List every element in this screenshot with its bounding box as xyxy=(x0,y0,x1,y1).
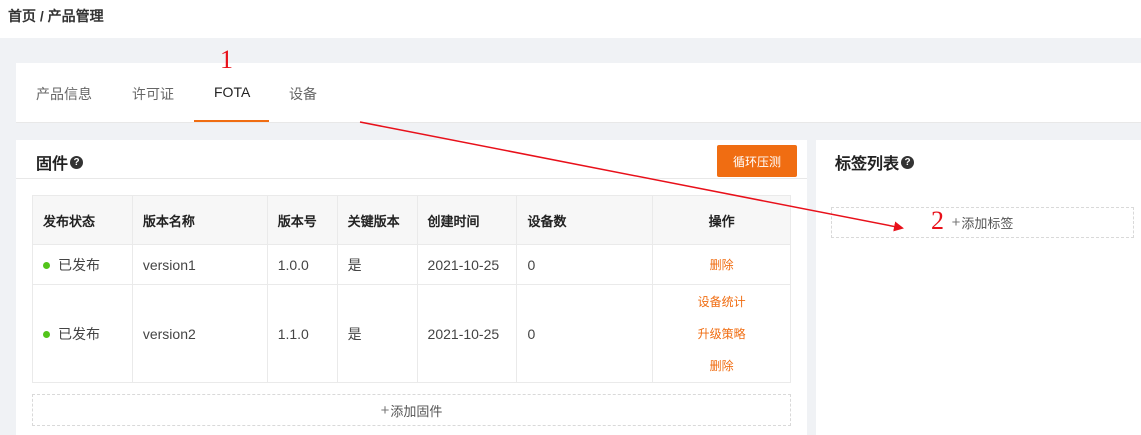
tag-list-title: 标签列表 ? xyxy=(835,150,915,174)
upgrade-policy-link[interactable]: 升级策略 xyxy=(663,318,780,350)
device-stats-link[interactable]: 设备统计 xyxy=(663,286,780,318)
firmware-table: 发布状态 版本名称 版本号 关键版本 创建时间 设备数 操作 已发布 versi… xyxy=(32,195,791,383)
tag-list-card: 标签列表 ? + 添加标签 xyxy=(816,140,1141,435)
status-dot xyxy=(43,331,50,339)
version-name-cell: version2 xyxy=(131,284,268,383)
tab-license[interactable]: 许可证 xyxy=(132,84,174,104)
plus-icon: + xyxy=(951,214,961,231)
plus-icon: + xyxy=(380,401,390,419)
top-bar: 首页 / 产品管理 xyxy=(0,0,1141,38)
column-header: 关键版本 xyxy=(336,195,418,245)
tab-product-info[interactable]: 产品信息 xyxy=(36,84,92,104)
column-header: 版本名称 xyxy=(131,195,268,245)
device-count-cell: 0 xyxy=(516,244,654,285)
status-cell: 已发布 xyxy=(32,244,133,285)
tab-fota[interactable]: FOTA xyxy=(214,84,250,100)
version-number-cell: 1.0.0 xyxy=(266,244,338,285)
status-text: 已发布 xyxy=(58,325,100,342)
table-row: 已发布 version2 1.1.0 是 2021-10-25 0 设备统计 升… xyxy=(32,284,791,383)
breadcrumb-separator: / xyxy=(39,8,44,24)
breadcrumb-home[interactable]: 首页 xyxy=(8,8,36,24)
add-firmware-button[interactable]: + 添加固件 xyxy=(32,394,791,426)
annotation-number-1: 1 xyxy=(220,45,233,74)
column-header: 设备数 xyxy=(516,195,654,245)
add-tag-button[interactable]: + 添加标签 xyxy=(831,207,1134,238)
tab-device[interactable]: 设备 xyxy=(289,84,317,104)
device-count-cell: 0 xyxy=(516,284,654,383)
help-icon[interactable]: ? xyxy=(901,155,915,169)
table-row: 已发布 version1 1.0.0 是 2021-10-25 0 删除 xyxy=(32,244,791,285)
status-cell: 已发布 xyxy=(32,284,133,383)
column-header: 创建时间 xyxy=(416,195,518,245)
version-number-cell: 1.1.0 xyxy=(266,284,338,383)
add-tag-label: 添加标签 xyxy=(961,216,1014,231)
key-version-cell: 是 xyxy=(336,244,418,285)
column-header: 操作 xyxy=(652,195,791,245)
breadcrumb: 首页 / 产品管理 xyxy=(8,6,104,26)
operations-cell: 删除 xyxy=(652,244,791,285)
add-firmware-label: 添加固件 xyxy=(390,403,443,419)
key-version-cell: 是 xyxy=(336,284,418,383)
operations-cell: 设备统计 升级策略 删除 xyxy=(652,284,791,383)
annotation-number-2: 2 xyxy=(931,206,944,235)
column-header: 发布状态 xyxy=(32,195,133,245)
firmware-title-text: 固件 xyxy=(36,156,69,173)
tag-list-title-text: 标签列表 xyxy=(835,156,900,173)
table-header-row: 发布状态 版本名称 版本号 关键版本 创建时间 设备数 操作 xyxy=(32,195,791,245)
delete-link[interactable]: 删除 xyxy=(663,249,780,281)
column-header: 版本号 xyxy=(266,195,338,245)
status-dot xyxy=(43,262,50,270)
loop-test-button[interactable]: 循环压测 xyxy=(717,145,797,177)
active-tab-indicator xyxy=(194,120,269,122)
divider xyxy=(16,178,807,179)
status-text: 已发布 xyxy=(58,256,100,273)
delete-link[interactable]: 删除 xyxy=(663,350,780,382)
tab-bar: 产品信息 许可证 FOTA 设备 xyxy=(16,63,1141,123)
created-time-cell: 2021-10-25 xyxy=(416,284,518,383)
help-icon[interactable]: ? xyxy=(70,155,84,169)
version-name-cell: version1 xyxy=(131,244,268,285)
firmware-title: 固件 ? xyxy=(36,150,84,174)
created-time-cell: 2021-10-25 xyxy=(416,244,518,285)
firmware-card: 固件 ? 循环压测 发布状态 版本名称 版本号 关键版本 创建时间 设备数 操作… xyxy=(16,140,807,435)
breadcrumb-current: 产品管理 xyxy=(47,8,104,24)
